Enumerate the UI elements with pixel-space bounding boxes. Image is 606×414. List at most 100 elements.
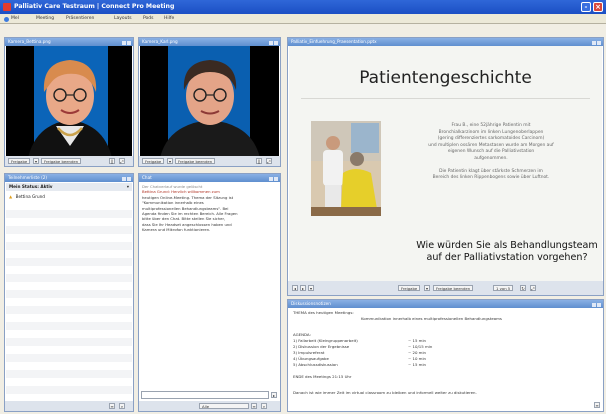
agenda-item: 5) Abschlussdiskussion	[293, 362, 338, 367]
attendee-name: Bettina Grund	[15, 194, 45, 199]
notes-agenda-label: AGENDA:	[293, 332, 311, 337]
pause-button[interactable]: ‖	[109, 158, 115, 164]
recipient-select[interactable]: Alle	[199, 403, 249, 409]
slide-body-line: (gering differenziertes sarkomatoides Ca…	[437, 136, 545, 142]
share-dropdown-button[interactable]: ▾	[167, 158, 173, 164]
pod-title: Diskussionsnotizen	[291, 301, 331, 306]
menu-layouts[interactable]: Layouts	[114, 14, 132, 24]
person-avatar-woman	[6, 46, 132, 156]
video-pod-bettina: Kamera_Bettina.png Freigabe ▾ Freigabe b…	[4, 37, 134, 167]
pod-header: Palliativ_Einfuehrung_Praesentation.pptx	[288, 38, 603, 46]
slide-divider	[301, 98, 590, 99]
notes-options-button[interactable]: ≡	[594, 402, 600, 408]
pod-title: Chat	[142, 175, 152, 180]
menu-bar: Mel Meeting Präsentieren Layouts Pods Hi…	[0, 14, 606, 24]
notes-topic-label: THEMA des heutigen Meetings:	[293, 310, 354, 315]
my-status-row[interactable]: Mein Status: Aktiv ▾	[6, 183, 132, 191]
chat-line: Kamera und Mikrofon funktionieren.	[142, 227, 211, 233]
window-title: Palliativ Care Testraum | Connect Pro Me…	[14, 3, 175, 10]
agenda-time: ~ 10/15 min	[408, 344, 433, 349]
care-scene-photo	[311, 121, 381, 216]
share-button[interactable]: Freigabe	[142, 158, 165, 164]
pod-header: Chat	[139, 174, 280, 182]
pod-menu-icon[interactable]	[121, 176, 131, 181]
page-indicator[interactable]: 1 von 5	[493, 285, 514, 291]
app-icon	[3, 3, 11, 11]
stop-share-button[interactable]: Freigabe beenden	[41, 158, 82, 164]
pod-title: Kamera_Bettina.png	[8, 39, 51, 44]
pod-header: Teilnehmerliste (2)	[5, 174, 133, 182]
pod-title: Teilnehmerliste (2)	[8, 175, 47, 180]
previous-slide-button[interactable]: ◂	[292, 285, 298, 291]
options-button[interactable]: ≡	[251, 403, 257, 409]
presentation-toolbar: ◂ ▸ ▾ Freigabe ▾ Freigabe beenden 1 von …	[288, 281, 603, 295]
pod-header: Diskussionsnotizen	[288, 300, 603, 308]
pod-footer: Alle ≡ ⌕	[139, 401, 280, 411]
presentation-pod: Palliativ_Einfuehrung_Praesentation.pptx…	[287, 37, 604, 296]
page-select-button[interactable]: ▾	[308, 285, 314, 291]
fullscreen-button[interactable]: ⤢	[530, 285, 536, 291]
status-dot-icon	[4, 16, 9, 22]
webcam-video	[140, 46, 279, 156]
pod-menu-icon[interactable]	[268, 40, 278, 45]
search-icon[interactable]: ⌕	[261, 403, 267, 409]
presenter-icon: ▲	[9, 194, 13, 199]
notes-topic: Kommunikation innerhalb eines multiprofe…	[361, 316, 502, 321]
slide-body-line: eigenen Wunsch auf die Palliativstation	[447, 149, 535, 155]
slide-question: Wie würden Sie als Behandlungsteam auf d…	[349, 240, 606, 264]
minimize-button[interactable]: -	[581, 2, 591, 12]
chat-messages: Der Chatverlauf wurde gelöscht Bettina G…	[142, 184, 275, 233]
options-button[interactable]: ≡	[109, 403, 115, 409]
webcam-video	[6, 46, 132, 156]
slide-body-line: Frau B., eine 52jährige Patientin mit	[451, 123, 531, 128]
slide-body: Frau B., eine 52jährige Patientin mit Br…	[397, 123, 585, 182]
video-pod-karl: Kamera_Karl.png Freigabe ▾ Freigabe been…	[138, 37, 281, 167]
slide-title: Patientengeschichte	[359, 68, 532, 88]
status-dropdown-icon[interactable]: ▾	[127, 183, 129, 191]
pod-menu-icon[interactable]	[121, 40, 131, 45]
pause-button[interactable]: ‖	[256, 158, 262, 164]
slide-canvas: Patientengeschichte Frau B., eine 52jähr…	[289, 46, 602, 283]
pod-title: Kamera_Karl.png	[142, 39, 178, 44]
menu-hilfe[interactable]: Hilfe	[164, 14, 174, 24]
attendee-row[interactable]: ▲ Bettina Grund	[6, 193, 132, 201]
pod-title: Palliativ_Einfuehrung_Praesentation.pptx	[291, 39, 377, 44]
pod-menu-icon[interactable]	[268, 176, 278, 181]
chat-input[interactable]	[141, 391, 269, 399]
menu-meeting[interactable]: Meeting	[36, 14, 54, 24]
stop-share-button[interactable]: Freigabe beenden	[433, 285, 474, 291]
close-button[interactable]: ×	[593, 2, 603, 12]
attendee-list-pod: Teilnehmerliste (2) Mein Status: Aktiv ▾…	[4, 173, 134, 412]
share-button[interactable]: Freigabe	[398, 285, 421, 291]
person-avatar-man	[140, 46, 279, 156]
pod-header: Kamera_Bettina.png	[5, 38, 133, 46]
agenda-time: ~ 15 min	[408, 362, 427, 367]
sync-button[interactable]: ↻	[520, 285, 526, 291]
next-slide-button[interactable]: ▸	[300, 285, 306, 291]
stop-share-button[interactable]: Freigabe beenden	[175, 158, 216, 164]
slide-question-line: Wie würden Sie als Behandlungsteam	[416, 240, 598, 251]
share-dropdown-button[interactable]: ▾	[33, 158, 39, 164]
slide-question-line: auf der Palliativstation vorgehen?	[426, 252, 588, 263]
pod-header: Kamera_Karl.png	[139, 38, 280, 46]
agenda-time: ~ 15 min	[408, 338, 427, 343]
menu-pods[interactable]: Pods	[143, 14, 154, 24]
agenda-time: ~ 20 min	[408, 350, 427, 355]
search-icon[interactable]: ⌕	[119, 403, 125, 409]
send-button[interactable]: ▸	[271, 392, 277, 398]
pod-footer: Freigabe ▾ Freigabe beenden ‖ ⤢	[139, 156, 280, 166]
agenda-item: 4) Übungsaufgabe	[293, 356, 329, 361]
share-dropdown-button[interactable]: ▾	[424, 285, 430, 291]
menu-mel[interactable]: Mel	[11, 14, 19, 24]
menu-praesentieren[interactable]: Präsentieren	[66, 14, 94, 24]
pod-menu-icon[interactable]	[591, 302, 601, 307]
slide-body-line: aufgenommen.	[474, 155, 508, 161]
fullscreen-button[interactable]: ⤢	[266, 158, 272, 164]
attendee-list-body	[6, 202, 132, 401]
agenda-time: ~ 10 min	[408, 356, 427, 361]
pod-menu-icon[interactable]	[591, 40, 601, 45]
fullscreen-button[interactable]: ⤢	[119, 158, 125, 164]
chat-pod: Chat Der Chatverlauf wurde gelöscht Bett…	[138, 173, 281, 412]
notes-end-line: ENDE des Meetings 21:15 Uhr	[293, 374, 352, 379]
share-button[interactable]: Freigabe	[8, 158, 31, 164]
